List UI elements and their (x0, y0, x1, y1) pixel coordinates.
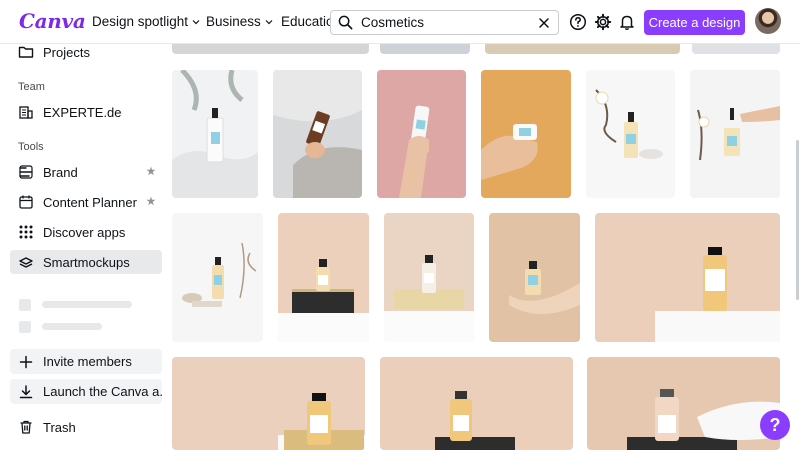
mockup-image (489, 213, 580, 342)
mockup-image (587, 357, 780, 450)
scrollbar[interactable] (796, 140, 799, 300)
nav-label: Business (206, 14, 261, 29)
template-thumbnail[interactable] (172, 357, 365, 450)
sidebar-item-brand[interactable]: Brand (10, 160, 162, 184)
search-input[interactable] (361, 15, 531, 30)
premium-crown-icon (146, 196, 156, 206)
template-thumbnail[interactable] (489, 213, 580, 342)
mockup-image (172, 213, 263, 342)
sidebar-item-label: Trash (43, 419, 76, 435)
folder-icon (18, 46, 34, 58)
mockup-image (595, 213, 780, 342)
mockup-image (481, 70, 571, 198)
apps-grid-icon (19, 225, 33, 239)
chevron-down-icon (265, 19, 273, 24)
mockup-image (377, 70, 466, 198)
sidebar-item-label: EXPERTE.de (43, 104, 122, 120)
loading-placeholder (42, 323, 102, 330)
template-thumbnail[interactable] (587, 357, 780, 450)
chevron-down-icon (192, 19, 200, 24)
sidebar-item-label: Projects (43, 44, 90, 60)
mockup-image (172, 357, 365, 450)
template-thumbnail[interactable] (380, 357, 573, 450)
nav-business[interactable]: Business (206, 14, 274, 29)
mockup-image (172, 70, 258, 198)
template-thumbnail[interactable] (384, 213, 474, 342)
team-heading: Team (18, 81, 45, 93)
sidebar: Projects Team EXPERTE.de Tools Brand Con… (0, 44, 170, 450)
mockup-image (273, 70, 362, 198)
invite-label: Invite members (43, 354, 132, 369)
template-thumbnail[interactable] (586, 70, 675, 198)
help-circle-icon[interactable] (569, 13, 587, 31)
brand-icon (19, 165, 33, 179)
tools-heading: Tools (18, 141, 44, 153)
plus-icon (19, 355, 33, 368)
nav-education[interactable]: Educatio (281, 14, 334, 29)
sidebar-item-label: Content Planner (43, 194, 137, 210)
download-icon (19, 384, 33, 398)
help-button[interactable]: ? (760, 410, 790, 440)
calendar-icon (19, 195, 33, 209)
building-icon (19, 106, 33, 119)
sidebar-item-discover-apps[interactable]: Discover apps (10, 220, 162, 244)
canva-logo[interactable]: Canva (19, 9, 86, 33)
search-icon (338, 15, 353, 30)
template-thumbnail[interactable] (172, 213, 263, 342)
template-thumbnail[interactable] (377, 70, 466, 198)
template-thumbnail[interactable] (278, 213, 369, 342)
close-icon[interactable] (537, 16, 551, 30)
gear-icon[interactable] (594, 13, 612, 31)
template-thumbnail[interactable] (595, 213, 780, 342)
loading-placeholder (19, 299, 31, 311)
nav-design-spotlight[interactable]: Design spotlight (92, 14, 201, 29)
loading-placeholder (19, 321, 31, 333)
bell-icon[interactable] (618, 13, 636, 31)
mockup-image (380, 357, 573, 450)
sidebar-item-content-planner[interactable]: Content Planner (10, 190, 162, 214)
trash-icon (20, 420, 32, 434)
sidebar-item-label: Smartmockups (43, 254, 130, 270)
template-thumbnail[interactable] (273, 70, 362, 198)
nav-label: Design spotlight (92, 14, 189, 29)
loading-placeholder (42, 301, 132, 308)
template-thumbnail[interactable] (690, 70, 780, 198)
template-thumbnail[interactable] (481, 70, 571, 198)
mockup-image (278, 213, 369, 342)
sidebar-item-team[interactable]: EXPERTE.de (10, 100, 162, 124)
nav-label: Educatio (281, 14, 334, 29)
top-bar: Canva Design spotlight Business Educatio… (0, 0, 800, 44)
create-design-button[interactable]: Create a design (644, 10, 745, 35)
search-box (330, 10, 559, 35)
sidebar-item-label: Brand (43, 164, 78, 180)
sidebar-item-trash[interactable]: Trash (10, 415, 162, 439)
mockup-image (384, 213, 474, 342)
premium-crown-icon (146, 166, 156, 176)
launch-app-button[interactable]: Launch the Canva a... (10, 379, 162, 404)
mockup-image (690, 70, 780, 198)
mockup-image (586, 70, 675, 198)
sidebar-item-smartmockups[interactable]: Smartmockups (10, 250, 162, 274)
sidebar-item-label: Discover apps (43, 224, 126, 240)
template-thumbnail[interactable] (172, 70, 258, 198)
launch-label: Launch the Canva a... (43, 384, 162, 399)
invite-members-button[interactable]: Invite members (10, 349, 162, 374)
avatar[interactable] (755, 8, 781, 34)
mockups-icon (19, 257, 33, 268)
